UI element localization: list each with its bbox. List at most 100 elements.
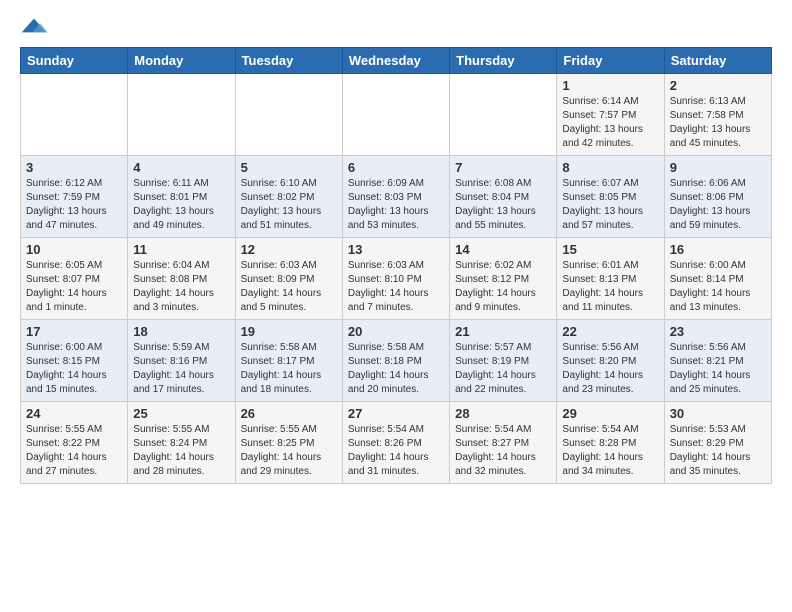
cell-text: Sunrise: 6:05 AM Sunset: 8:07 PM Dayligh…	[26, 259, 122, 315]
cell-text: Sunrise: 6:08 AM Sunset: 8:04 PM Dayligh…	[455, 177, 551, 233]
calendar-cell	[128, 74, 235, 156]
day-number: 28	[455, 406, 551, 421]
cell-text: Sunrise: 6:06 AM Sunset: 8:06 PM Dayligh…	[670, 177, 766, 233]
cell-text: Sunrise: 5:59 AM Sunset: 8:16 PM Dayligh…	[133, 341, 229, 397]
day-number: 22	[562, 324, 658, 339]
day-number: 15	[562, 242, 658, 257]
calendar-cell: 1 Sunrise: 6:14 AM Sunset: 7:57 PM Daylig…	[557, 74, 664, 156]
day-number: 25	[133, 406, 229, 421]
day-number: 2	[670, 78, 766, 93]
calendar-cell: 12 Sunrise: 6:03 AM Sunset: 8:09 PM Dayli…	[235, 238, 342, 320]
calendar-cell: 9Sunrise: 6:06 AM Sunset: 8:06 PM Daylig…	[664, 156, 771, 238]
page-header	[20, 16, 772, 37]
calendar-week-row: 17Sunrise: 6:00 AM Sunset: 8:15 PM Dayli…	[21, 320, 772, 402]
day-number: 27	[348, 406, 444, 421]
day-number: 19	[241, 324, 337, 339]
cell-text: Sunrise: 6:01 AM Sunset: 8:13 PM Dayligh…	[562, 259, 658, 315]
day-number: 10	[26, 242, 122, 257]
cell-text: Sunrise: 6:02 AM Sunset: 8:12 PM Dayligh…	[455, 259, 551, 315]
calendar-week-row: 10 Sunrise: 6:05 AM Sunset: 8:07 PM Dayli…	[21, 238, 772, 320]
calendar-table: SundayMondayTuesdayWednesdayThursdayFrid…	[20, 47, 772, 484]
day-number: 30	[670, 406, 766, 421]
cell-text: Sunrise: 5:53 AM Sunset: 8:29 PM Dayligh…	[670, 423, 766, 479]
calendar-cell: 24Sunrise: 5:55 AM Sunset: 8:22 PM Dayli…	[21, 402, 128, 484]
day-number: 1	[562, 78, 658, 93]
cell-text: Sunrise: 6:14 AM Sunset: 7:57 PM Dayligh…	[562, 95, 658, 151]
cell-text: Sunrise: 5:56 AM Sunset: 8:20 PM Dayligh…	[562, 341, 658, 397]
calendar-cell: 26Sunrise: 5:55 AM Sunset: 8:25 PM Dayli…	[235, 402, 342, 484]
calendar-cell	[21, 74, 128, 156]
calendar-cell: 28 Sunrise: 5:54 AM Sunset: 8:27 PM Dayli…	[450, 402, 557, 484]
day-number: 8	[562, 160, 658, 175]
cell-text: Sunrise: 6:09 AM Sunset: 8:03 PM Dayligh…	[348, 177, 444, 233]
calendar-cell: 20 Sunrise: 5:58 AM Sunset: 8:18 PM Dayli…	[342, 320, 449, 402]
column-header-friday: Friday	[557, 48, 664, 74]
calendar-cell: 19Sunrise: 5:58 AM Sunset: 8:17 PM Dayli…	[235, 320, 342, 402]
day-number: 21	[455, 324, 551, 339]
cell-text: Sunrise: 6:00 AM Sunset: 8:14 PM Dayligh…	[670, 259, 766, 315]
calendar-cell: 11 Sunrise: 6:04 AM Sunset: 8:08 PM Dayli…	[128, 238, 235, 320]
day-number: 5	[241, 160, 337, 175]
day-number: 11	[133, 242, 229, 257]
column-header-sunday: Sunday	[21, 48, 128, 74]
calendar-cell	[342, 74, 449, 156]
column-header-monday: Monday	[128, 48, 235, 74]
column-header-thursday: Thursday	[450, 48, 557, 74]
calendar-cell: 29 Sunrise: 5:54 AM Sunset: 8:28 PM Dayli…	[557, 402, 664, 484]
cell-text: Sunrise: 6:12 AM Sunset: 7:59 PM Dayligh…	[26, 177, 122, 233]
cell-text: Sunrise: 6:03 AM Sunset: 8:09 PM Dayligh…	[241, 259, 337, 315]
day-number: 12	[241, 242, 337, 257]
day-number: 16	[670, 242, 766, 257]
day-number: 24	[26, 406, 122, 421]
calendar-cell: 2 Sunrise: 6:13 AM Sunset: 7:58 PM Daylig…	[664, 74, 771, 156]
calendar-week-row: 1 Sunrise: 6:14 AM Sunset: 7:57 PM Daylig…	[21, 74, 772, 156]
cell-text: Sunrise: 6:04 AM Sunset: 8:08 PM Dayligh…	[133, 259, 229, 315]
day-number: 14	[455, 242, 551, 257]
calendar-cell: 25 Sunrise: 5:55 AM Sunset: 8:24 PM Dayli…	[128, 402, 235, 484]
cell-text: Sunrise: 5:58 AM Sunset: 8:18 PM Dayligh…	[348, 341, 444, 397]
day-number: 18	[133, 324, 229, 339]
calendar-cell: 21 Sunrise: 5:57 AM Sunset: 8:19 PM Dayli…	[450, 320, 557, 402]
cell-text: Sunrise: 5:55 AM Sunset: 8:25 PM Dayligh…	[241, 423, 337, 479]
calendar-cell: 18 Sunrise: 5:59 AM Sunset: 8:16 PM Dayli…	[128, 320, 235, 402]
cell-text: Sunrise: 5:57 AM Sunset: 8:19 PM Dayligh…	[455, 341, 551, 397]
cell-text: Sunrise: 5:56 AM Sunset: 8:21 PM Dayligh…	[670, 341, 766, 397]
cell-text: Sunrise: 5:55 AM Sunset: 8:24 PM Dayligh…	[133, 423, 229, 479]
calendar-cell: 10 Sunrise: 6:05 AM Sunset: 8:07 PM Dayli…	[21, 238, 128, 320]
day-number: 20	[348, 324, 444, 339]
column-header-wednesday: Wednesday	[342, 48, 449, 74]
calendar-cell: 8 Sunrise: 6:07 AM Sunset: 8:05 PM Daylig…	[557, 156, 664, 238]
cell-text: Sunrise: 5:54 AM Sunset: 8:28 PM Dayligh…	[562, 423, 658, 479]
cell-text: Sunrise: 6:13 AM Sunset: 7:58 PM Dayligh…	[670, 95, 766, 151]
day-number: 3	[26, 160, 122, 175]
calendar-cell: 15 Sunrise: 6:01 AM Sunset: 8:13 PM Dayli…	[557, 238, 664, 320]
cell-text: Sunrise: 5:54 AM Sunset: 8:26 PM Dayligh…	[348, 423, 444, 479]
day-number: 4	[133, 160, 229, 175]
column-header-tuesday: Tuesday	[235, 48, 342, 74]
calendar-week-row: 3 Sunrise: 6:12 AM Sunset: 7:59 PM Daylig…	[21, 156, 772, 238]
day-number: 6	[348, 160, 444, 175]
day-number: 23	[670, 324, 766, 339]
calendar-cell: 23 Sunrise: 5:56 AM Sunset: 8:21 PM Dayli…	[664, 320, 771, 402]
day-number: 13	[348, 242, 444, 257]
calendar-cell: 6 Sunrise: 6:09 AM Sunset: 8:03 PM Daylig…	[342, 156, 449, 238]
calendar-cell: 27 Sunrise: 5:54 AM Sunset: 8:26 PM Dayli…	[342, 402, 449, 484]
cell-text: Sunrise: 6:07 AM Sunset: 8:05 PM Dayligh…	[562, 177, 658, 233]
logo-icon	[20, 17, 48, 37]
calendar-cell: 22 Sunrise: 5:56 AM Sunset: 8:20 PM Dayli…	[557, 320, 664, 402]
cell-text: Sunrise: 6:10 AM Sunset: 8:02 PM Dayligh…	[241, 177, 337, 233]
day-number: 7	[455, 160, 551, 175]
day-number: 29	[562, 406, 658, 421]
cell-text: Sunrise: 6:03 AM Sunset: 8:10 PM Dayligh…	[348, 259, 444, 315]
calendar-cell	[235, 74, 342, 156]
cell-text: Sunrise: 6:00 AM Sunset: 8:15 PM Dayligh…	[26, 341, 122, 397]
cell-text: Sunrise: 5:54 AM Sunset: 8:27 PM Dayligh…	[455, 423, 551, 479]
calendar-cell: 4 Sunrise: 6:11 AM Sunset: 8:01 PM Daylig…	[128, 156, 235, 238]
logo	[20, 16, 50, 37]
calendar-cell: 14 Sunrise: 6:02 AM Sunset: 8:12 PM Dayli…	[450, 238, 557, 320]
calendar-cell: 16 Sunrise: 6:00 AM Sunset: 8:14 PM Dayli…	[664, 238, 771, 320]
calendar-cell: 5 Sunrise: 6:10 AM Sunset: 8:02 PM Daylig…	[235, 156, 342, 238]
calendar-cell: 3 Sunrise: 6:12 AM Sunset: 7:59 PM Daylig…	[21, 156, 128, 238]
cell-text: Sunrise: 6:11 AM Sunset: 8:01 PM Dayligh…	[133, 177, 229, 233]
calendar-cell: 7 Sunrise: 6:08 AM Sunset: 8:04 PM Daylig…	[450, 156, 557, 238]
